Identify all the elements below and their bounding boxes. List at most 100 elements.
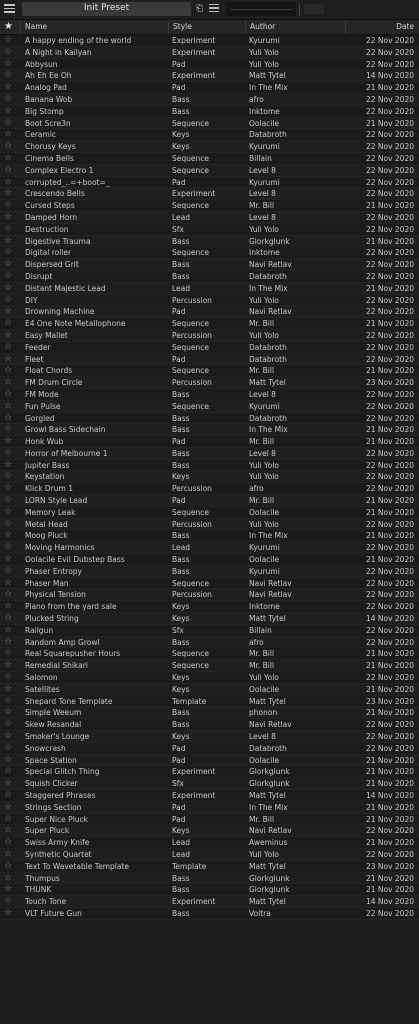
favorite-star-icon[interactable]: ☆ [4,306,16,318]
favorite-star-icon[interactable]: ☆ [4,106,16,118]
table-row[interactable]: ☆ A happy ending of the world Experiment Ky… [0,35,419,47]
favorite-star-icon[interactable]: ☆ [4,530,16,542]
browser-list-icon[interactable] [209,4,219,14]
table-row[interactable]: ☆ Random Amp Growl Bass afro 22 Nov 2020 [0,636,419,649]
preset-selector[interactable]: Init Preset [22,2,191,16]
favorite-star-icon[interactable]: ☆ [4,59,16,71]
table-row[interactable]: ☆ Thumpus Bass Glorkglunk 21 Nov 2020 [0,872,419,885]
favorite-star-icon[interactable]: ☆ [4,566,16,578]
favorite-star-icon[interactable]: ☆ [4,483,16,495]
favorite-star-icon[interactable]: ☆ [4,790,16,802]
table-row[interactable]: ☆ Simple Weeum Bass phonon 21 Nov 2020 [0,707,419,720]
table-row[interactable]: ☆ Special Glitch Thing Experiment Glorkglun… [0,766,419,779]
favorite-star-icon[interactable]: ☆ [4,165,16,177]
table-row[interactable]: ☆ Cinema Bells Sequence Billain 22 Nov 2020 [0,153,419,165]
table-row[interactable]: ☆ Analog Pad Pad In The Mix 21 Nov 2020 [0,82,419,94]
favorite-star-icon[interactable]: ☆ [4,471,16,483]
favorite-star-icon[interactable]: ☆ [4,861,16,873]
favorite-star-icon[interactable]: ☆ [4,554,16,566]
table-row[interactable]: ☆ FM Drum Circle Percussion Matt Tytel 23 No… [0,377,419,389]
table-row[interactable]: ☆ Keystation Keys Yuli Yolo 22 Nov 2020 [0,471,419,484]
table-row[interactable]: ☆ Complex Electro 1 Sequence Level 8 22 Nov … [0,164,419,177]
favorite-star-icon[interactable]: ☆ [4,389,16,401]
favorite-star-icon[interactable]: ☆ [4,330,16,342]
favorite-star-icon[interactable]: ☆ [4,200,16,212]
table-row[interactable]: ☆ Satellites Keys Oolacile 21 Nov 2020 [0,683,419,696]
table-row[interactable]: ☆ Crescendo Bells Experiment Level 8 22 Nov … [0,188,419,201]
table-row[interactable]: ☆ Feeder Sequence Databroth 22 Nov 2020 [0,342,419,354]
table-row[interactable]: ☆ Disrupt Bass Databroth 22 Nov 2020 [0,271,419,283]
favorite-star-icon[interactable]: ☆ [4,495,16,507]
table-row[interactable]: ☆ Phaser Entropy Bass Kyurumi 22 Nov 2020 [0,565,419,578]
table-row[interactable]: ☆ Fun Pulse Sequence Kyurumi 22 Nov 2020 [0,400,419,413]
favorite-star-icon[interactable]: ☆ [4,177,16,189]
table-row[interactable]: ☆ Snowcrash Pad Databroth 22 Nov 2020 [0,743,419,755]
favorite-star-icon[interactable]: ☆ [4,578,16,590]
table-row[interactable]: ☆ Abbysun Pad Yuli Yolo 22 Nov 2020 [0,59,419,71]
table-row[interactable]: ☆ Memory Leak Sequence Oolacile 21 Nov 2020 [0,507,419,519]
table-row[interactable]: ☆ Real Squarepusher Hours Sequence Mr. Bill… [0,648,419,661]
favorite-star-icon[interactable]: ☆ [4,436,16,448]
table-row[interactable]: ☆ Super Nice Pluck Pad Mr. Bill 21 Nov 2020 [0,814,419,826]
table-row[interactable]: ☆ Fleet Pad Databroth 22 Nov 2020 [0,353,419,366]
table-row[interactable]: ☆ Plucked String Keys Matt Tytel 14 Nov 2020 [0,613,419,625]
favorite-star-icon[interactable]: ☆ [4,755,16,767]
table-row[interactable]: ☆ VLT Future Gun Bass Voltra 22 Nov 2020 [0,908,419,920]
favorite-star-icon[interactable]: ☆ [4,212,16,224]
favorite-star-icon[interactable]: ☆ [4,507,16,519]
table-row[interactable]: ☆ Honk Wub Pad Mr. Bill 21 Nov 2020 [0,436,419,448]
table-row[interactable]: ☆ Touch Tone Experiment Matt Tytel 14 Nov 20… [0,896,419,908]
favorite-star-icon[interactable]: ☆ [4,35,16,47]
column-header-style[interactable]: Style [168,20,245,34]
table-row[interactable]: ☆ Text To Wavetable Template Template Matt … [0,861,419,873]
favorite-star-icon[interactable]: ☆ [4,401,16,413]
favorite-star-icon[interactable]: ☆ [4,601,16,613]
save-icon[interactable]: ⎗ [196,4,206,14]
table-row[interactable]: ☆ Strings Section Pad In The Mix 21 Nov 2020 [0,801,419,814]
favorite-star-icon[interactable]: ☆ [4,825,16,837]
favorite-star-icon[interactable]: ☆ [4,129,16,141]
table-row[interactable]: ☆ Boot Scre3n Sequence Oolacile 21 Nov 2020 [0,117,419,130]
favorite-star-icon[interactable]: ☆ [4,82,16,94]
menu-icon[interactable] [4,4,15,13]
table-row[interactable]: ☆ Oolacile Evil Dubstep Bass Bass Oolacile 2… [0,554,419,566]
table-row[interactable]: ☆ Ah Eh Ee Oh Experiment Matt Tytel 14 Nov 2… [0,70,419,83]
table-row[interactable]: ☆ Float Chords Sequence Mr. Bill 21 Nov 2020 [0,365,419,378]
table-row[interactable]: ☆ Big Stomp Bass Inktome 22 Nov 2020 [0,106,419,118]
favorite-star-icon[interactable]: ☆ [4,413,16,425]
table-row[interactable]: ☆ Smoker's Lounge Keys Level 8 22 Nov 2020 [0,731,419,743]
table-row[interactable]: ☆ Klick Drum 1 Percussion afro 22 Nov 2020 [0,483,419,496]
favorite-star-icon[interactable]: ☆ [4,377,16,389]
favorite-star-icon[interactable]: ☆ [4,884,16,896]
favorite-star-icon[interactable]: ☆ [4,637,16,649]
table-row[interactable]: ☆ DIY Percussion Yuli Yolo 22 Nov 2020 [0,295,419,307]
favorite-star-icon[interactable]: ☆ [4,684,16,696]
table-row[interactable]: ☆ THUNK Bass Glorkglunk 21 Nov 2020 [0,884,419,897]
table-row[interactable]: ☆ A Night in Kailyan Experiment Yuli Yolo 22… [0,46,419,59]
table-row[interactable]: ☆ Chorusy Keys Keys Kyurumi 22 Nov 2020 [0,141,419,153]
table-row[interactable]: ☆ Moving Harmonics Lead Kyurumi 22 Nov 2020 [0,542,419,555]
favorite-star-icon[interactable]: ☆ [4,766,16,778]
favorite-star-icon[interactable]: ☆ [4,672,16,684]
table-row[interactable]: ☆ Phaser Man Sequence Navi Retlav 22 Nov 202… [0,578,419,590]
table-row[interactable]: ☆ Digestive Trauma Bass Glorkglunk 21 Nov 20… [0,235,419,248]
table-row[interactable]: ☆ Metal Head Percussion Yuli Yolo 22 Nov 202… [0,518,419,531]
favorite-star-icon[interactable]: ☆ [4,295,16,307]
column-header-name[interactable]: Name [20,20,168,34]
favorite-star-icon[interactable]: ☆ [4,778,16,790]
favorite-star-icon[interactable]: ☆ [4,849,16,861]
column-header-author[interactable]: Author [245,20,345,34]
favorite-star-icon[interactable]: ☆ [4,448,16,460]
column-header-date[interactable]: Date [345,20,419,34]
favorite-star-icon[interactable]: ☆ [4,837,16,849]
table-row[interactable]: ☆ Banana Wob Bass afro 22 Nov 2020 [0,93,419,106]
table-row[interactable]: ☆ E4 One Note Metallophone Sequence Mr. Bil… [0,318,419,330]
table-row[interactable]: ☆ Super Pluck Keys Navi Retlav 22 Nov 2020 [0,825,419,838]
favorite-star-icon[interactable]: ☆ [4,613,16,625]
favorite-star-icon[interactable]: ☆ [4,707,16,719]
table-row[interactable]: ☆ Distant Majestic Lead Lead In The Mix 21 N… [0,282,419,295]
favorite-star-icon[interactable]: ☆ [4,354,16,366]
table-row[interactable]: ☆ Staggered Phrases Experiment Matt Tytel 14… [0,790,419,802]
table-row[interactable]: ☆ Dispersed Grit Bass Navi Retlav 22 Nov 202… [0,259,419,271]
favorite-star-icon[interactable]: ☆ [4,696,16,708]
